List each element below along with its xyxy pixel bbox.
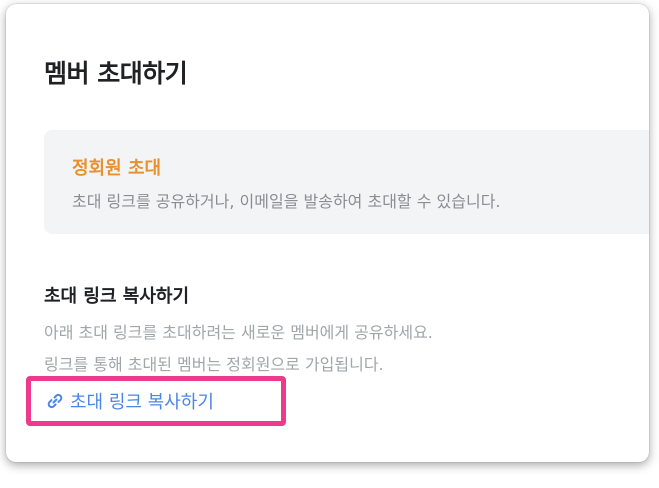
info-title: 정회원 초대 <box>72 158 162 179</box>
copy-link-label: 초대 링크 복사하기 <box>70 392 214 413</box>
dialog-title: 멤버 초대하기 <box>44 59 188 88</box>
copy-invite-link-button[interactable]: 초대 링크 복사하기 <box>26 376 286 426</box>
section-title: 초대 링크 복사하기 <box>44 286 190 307</box>
info-description: 초대 링크를 공유하거나, 이메일을 발송하여 초대할 수 있습니다. <box>72 192 501 211</box>
link-icon <box>45 391 65 411</box>
invite-member-dialog: 멤버 초대하기 정회원 초대 초대 링크를 공유하거나, 이메일을 발송하여 초… <box>6 4 649 462</box>
section-description-line1: 아래 초대 링크를 초대하려는 새로운 멤버에게 공유하세요. <box>44 323 433 342</box>
membership-info-box: 정회원 초대 초대 링크를 공유하거나, 이메일을 발송하여 초대할 수 있습니… <box>44 130 649 234</box>
section-description-line2: 링크를 통해 초대된 멤버는 정회원으로 가입됩니다. <box>44 355 384 374</box>
